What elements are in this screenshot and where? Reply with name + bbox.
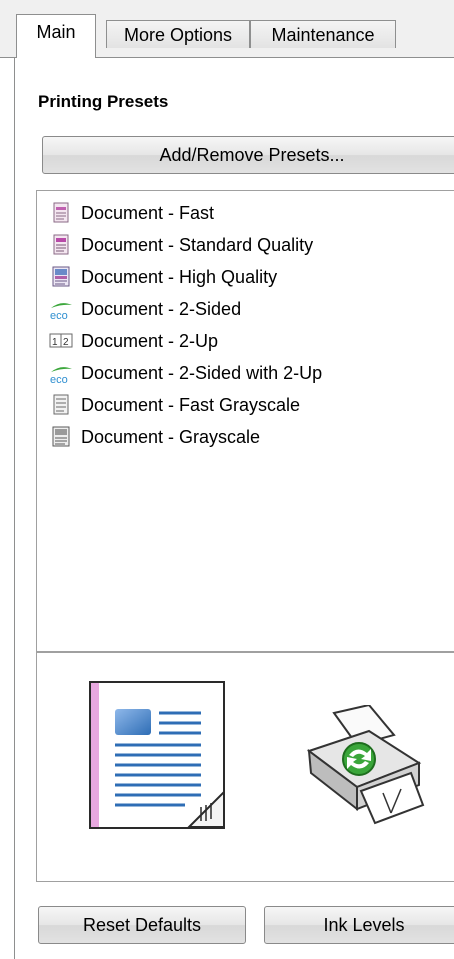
tab-main[interactable]: Main xyxy=(16,14,96,58)
preset-label: Document - High Quality xyxy=(81,266,278,287)
list-item[interactable]: Document - Fast Grayscale xyxy=(49,391,300,419)
tab-maintenance[interactable]: Maintenance xyxy=(250,20,396,48)
eco-icon: eco xyxy=(49,361,73,386)
svg-text:2: 2 xyxy=(63,337,69,348)
ink-levels-button[interactable]: Ink Levels xyxy=(264,906,454,944)
svg-text:eco: eco xyxy=(50,374,68,385)
eco-icon: eco xyxy=(49,297,73,322)
preset-label: Document - Grayscale xyxy=(81,426,261,447)
preset-label: Document - Fast xyxy=(81,202,215,223)
svg-text:eco: eco xyxy=(50,310,68,321)
list-item[interactable]: Document - Standard Quality xyxy=(49,231,313,259)
tab-more-options[interactable]: More Options xyxy=(106,20,250,48)
preset-label: Document - Standard Quality xyxy=(81,234,314,255)
document-fast-icon xyxy=(49,201,73,225)
printing-presets-heading: Printing Presets xyxy=(38,92,169,111)
preset-label: Document - 2-Up xyxy=(81,330,219,351)
document-standard-icon xyxy=(49,233,73,257)
preset-label: Document - Fast Grayscale xyxy=(81,394,301,415)
document-grayscale-icon xyxy=(49,425,73,449)
list-item[interactable]: Document - Fast xyxy=(49,199,214,227)
panel-border xyxy=(14,57,15,959)
list-item[interactable]: eco Document - 2-Sided xyxy=(49,295,241,323)
page-preview-icon xyxy=(89,681,225,829)
list-item[interactable]: Document - Grayscale xyxy=(49,423,260,451)
preview-area xyxy=(36,652,454,882)
list-item[interactable]: eco Document - 2-Sided with 2-Up xyxy=(49,359,322,387)
add-remove-presets-button[interactable]: Add/Remove Presets... xyxy=(42,136,454,174)
tab-strip: Main More Options Maintenance xyxy=(0,0,454,58)
list-item[interactable]: 1 2 Document - 2-Up xyxy=(49,327,218,355)
list-item[interactable]: Document - High Quality xyxy=(49,263,277,291)
document-high-quality-icon xyxy=(49,265,73,289)
preset-label: Document - 2-Sided with 2-Up xyxy=(81,362,323,383)
svg-text:1: 1 xyxy=(52,337,58,348)
preset-label: Document - 2-Sided xyxy=(81,298,242,319)
printer-icon xyxy=(306,705,425,825)
reset-defaults-button[interactable]: Reset Defaults xyxy=(38,906,246,944)
document-grayscale-fast-icon xyxy=(49,393,73,417)
preset-list[interactable]: Document - Fast Document - Standard Qual… xyxy=(36,190,454,652)
two-up-icon: 1 2 xyxy=(49,329,73,353)
